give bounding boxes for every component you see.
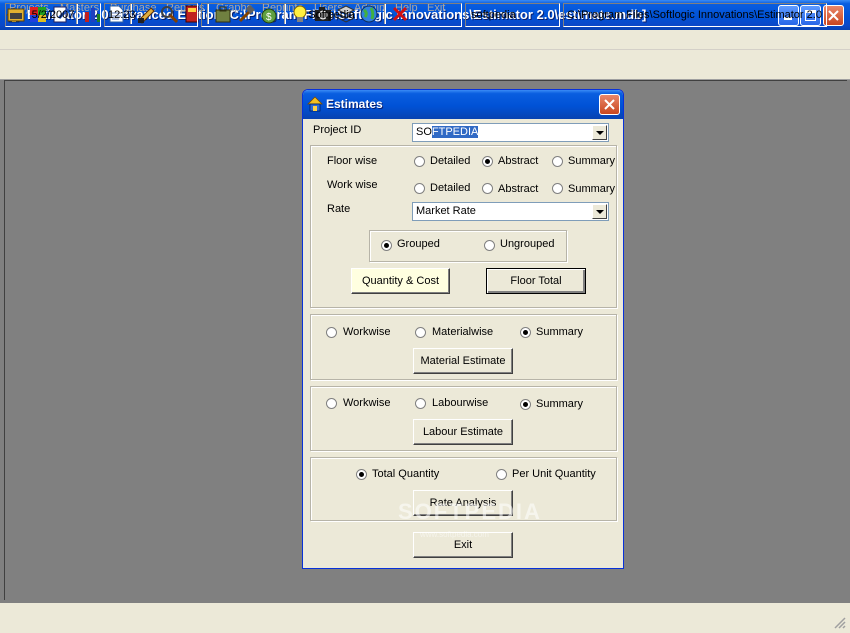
material-workwise-radio[interactable] [326,327,337,338]
dialog-title: Estimates [326,97,383,111]
materialwise-radio[interactable] [415,327,426,338]
labour-workwise-radio[interactable] [326,398,337,409]
work-abstract-label: Abstract [498,183,539,195]
ungrouped-radio[interactable] [484,240,495,251]
project-id-label: Project ID [313,124,362,136]
project-id-value: SOFTPEDIA [416,126,479,138]
floor-wise-label: Floor wise [327,155,378,167]
floor-summary-radio[interactable] [552,156,563,167]
floor-detailed-radio[interactable] [414,156,425,167]
labour-summary-radio[interactable] [520,399,531,410]
status-bar [0,603,850,633]
work-abstract-radio[interactable] [482,183,493,194]
labour-workwise-label: Workwise [343,397,391,409]
floor-abstract-radio[interactable] [482,156,493,167]
total-quantity-radio[interactable] [356,469,367,480]
material-summary-radio[interactable] [520,327,531,338]
chevron-down-icon[interactable] [592,204,607,219]
project-id-combo[interactable]: SOFTPEDIA [412,123,609,142]
labour-estimate-button[interactable]: Labour Estimate [413,419,513,445]
floor-abstract-label: Abstract [498,155,539,167]
rate-combo[interactable]: Market Rate [412,202,609,221]
watermark: SOFTPEDIA [398,499,542,524]
rate-value: Market Rate [416,205,476,217]
labourwise-label: Labourwise [432,397,489,409]
floor-detailed-label: Detailed [430,155,471,167]
menu-bar [0,30,850,50]
close-icon [604,99,615,110]
close-icon [828,10,839,21]
grouped-radio[interactable] [381,240,392,251]
labourwise-radio[interactable] [415,398,426,409]
work-detailed-radio[interactable] [414,183,425,194]
status-date: 5/2/2007 [5,3,101,27]
material-estimate-button[interactable]: Material Estimate [413,348,513,374]
estimates-dialog: Estimates Project ID SOFTPEDIA Floor wis… [302,89,624,569]
status-path: C:\Program Files\Softlogic Innovations\E… [563,3,827,27]
work-summary-radio[interactable] [552,183,563,194]
materialwise-label: Materialwise [432,326,494,338]
total-quantity-label: Total Quantity [372,468,440,480]
grouped-label: Grouped [397,238,440,250]
floor-summary-label: Summary [568,155,616,167]
status-time: 12:23 [104,3,198,27]
resize-grip-icon[interactable] [832,615,846,629]
quantity-cost-button[interactable]: Quantity & Cost [351,268,450,294]
status-company: Softpedia [201,3,462,27]
watermark-url: www.softpedia.com [420,530,489,539]
work-wise-label: Work wise [327,179,378,191]
toolbar [0,50,850,80]
material-workwise-label: Workwise [343,326,391,338]
chevron-down-icon[interactable] [592,125,607,140]
work-detailed-label: Detailed [430,182,471,194]
rate-label: Rate [327,203,351,215]
dialog-close-button[interactable] [599,94,620,115]
ungrouped-label: Ungrouped [500,238,555,250]
status-user: softpedia [465,3,560,27]
labour-summary-label: Summary [536,398,584,410]
per-unit-quantity-label: Per Unit Quantity [512,468,596,480]
per-unit-quantity-radio[interactable] [496,469,507,480]
floor-total-button[interactable]: Floor Total [486,268,586,294]
house-app-icon [307,96,323,112]
material-summary-label: Summary [536,326,584,338]
work-summary-label: Summary [568,183,616,195]
